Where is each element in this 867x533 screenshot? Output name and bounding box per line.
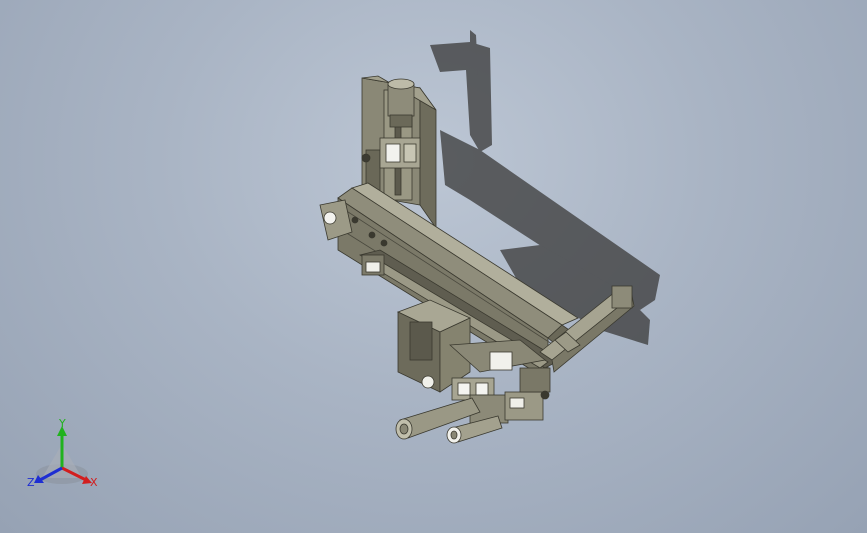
x-axis-label: X: [90, 476, 98, 489]
coordinate-triad: Y X Z: [27, 418, 98, 489]
y-axis-label: Y: [58, 418, 66, 430]
cad-graphics-viewport[interactable]: [0, 0, 867, 533]
column-servo-motor: [387, 78, 415, 128]
z-axis-label: Z: [27, 476, 35, 489]
